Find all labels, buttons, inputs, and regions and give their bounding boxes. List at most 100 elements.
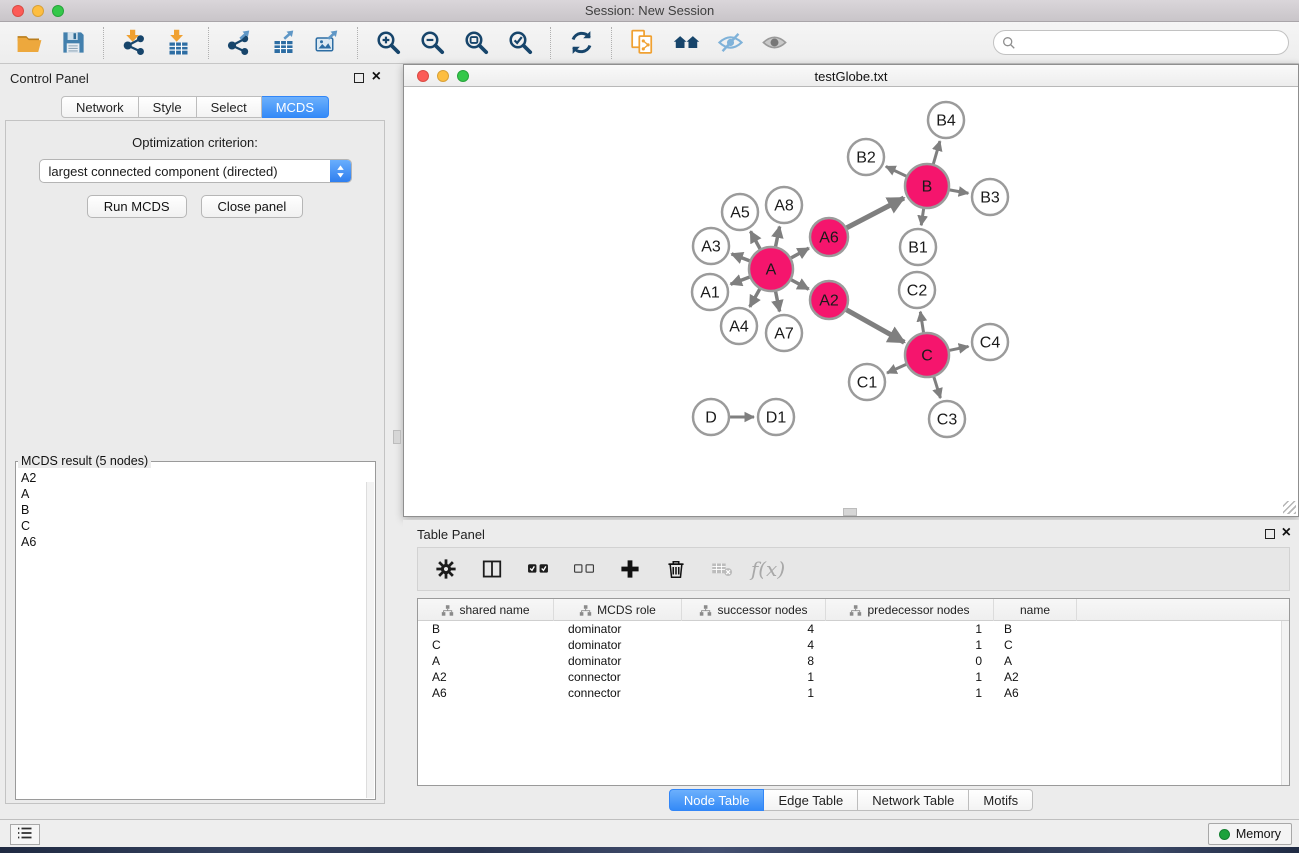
graph-node-A8[interactable]: A8	[766, 187, 802, 223]
tab-mcds[interactable]: MCDS	[262, 96, 329, 118]
graph-edge-A-A7[interactable]	[775, 291, 779, 312]
mcds-result-item[interactable]: A6	[21, 534, 375, 550]
import-table-button[interactable]	[159, 26, 197, 60]
graph-node-C4[interactable]: C4	[972, 324, 1008, 360]
graph-node-A1[interactable]: A1	[692, 274, 728, 310]
graph-edge-A2-C[interactable]	[846, 309, 905, 342]
close-panel-icon[interactable]: ×	[372, 68, 381, 86]
column-header-MCDS-role[interactable]: MCDS role	[554, 599, 682, 621]
table-scrollbar[interactable]	[1281, 621, 1289, 785]
export-table-button[interactable]	[264, 26, 302, 60]
graph-node-A4[interactable]: A4	[721, 308, 757, 344]
tab-network[interactable]: Network	[61, 96, 139, 118]
graph-edge-A-A6[interactable]	[790, 248, 809, 258]
table-row-C[interactable]: Cdominator41C	[418, 637, 1289, 653]
graph-edge-C-C3[interactable]	[934, 376, 941, 398]
refresh-button[interactable]	[562, 26, 600, 60]
graph-node-A2[interactable]: A2	[810, 281, 848, 319]
zoom-selected-button[interactable]	[501, 26, 539, 60]
import-network-button[interactable]	[115, 26, 153, 60]
graph-edge-A-A8[interactable]	[775, 227, 779, 248]
tab-style[interactable]: Style	[139, 96, 197, 118]
tab-select[interactable]: Select	[197, 96, 262, 118]
graph-edge-A-A5[interactable]	[751, 231, 761, 249]
search-input[interactable]	[1016, 33, 1288, 53]
graph-edge-C-C2[interactable]	[920, 312, 923, 334]
show-all-button[interactable]	[755, 26, 793, 60]
graph-node-A6[interactable]: A6	[810, 218, 848, 256]
memory-button[interactable]: Memory	[1208, 823, 1292, 845]
graph-edge-B-B3[interactable]	[949, 190, 969, 193]
export-image-button[interactable]	[308, 26, 346, 60]
mcds-result-item[interactable]: A2	[21, 470, 375, 486]
graph-edge-A-A2[interactable]	[790, 279, 808, 289]
tab-edge-table[interactable]: Edge Table	[764, 789, 858, 811]
graph-edge-B-B2[interactable]	[886, 166, 907, 176]
graph-edge-A-A1[interactable]	[731, 277, 751, 284]
graph-node-B4[interactable]: B4	[928, 102, 964, 138]
graph-node-A5[interactable]: A5	[722, 194, 758, 230]
tab-node-table[interactable]: Node Table	[669, 789, 765, 811]
column-header-name[interactable]: name	[994, 599, 1077, 621]
graph-node-A7[interactable]: A7	[766, 315, 802, 351]
graph-edge-B-B4[interactable]	[933, 141, 940, 165]
close-panel-button[interactable]: Close panel	[201, 195, 304, 218]
export-network-button[interactable]	[220, 26, 258, 60]
graph-edge-A-A3[interactable]	[732, 254, 751, 261]
mcds-result-item[interactable]: A	[21, 486, 375, 502]
add-button[interactable]	[612, 551, 648, 587]
graph-node-D[interactable]: D	[693, 399, 729, 435]
close-table-panel-icon[interactable]: ×	[1282, 524, 1291, 542]
horizontal-splitter-handle[interactable]	[843, 508, 857, 516]
mcds-result-item[interactable]: C	[21, 518, 375, 534]
graph-node-C1[interactable]: C1	[849, 364, 885, 400]
open-folder-button[interactable]	[10, 26, 48, 60]
graph-node-C3[interactable]: C3	[929, 401, 965, 437]
graph-edge-A-A4[interactable]	[750, 288, 760, 307]
float-panel-icon[interactable]	[354, 73, 364, 83]
graph-node-C[interactable]: C	[905, 333, 949, 377]
graph-node-B[interactable]: B	[905, 164, 949, 208]
network-graph[interactable]: B4 B2 B B3 A8A5 A6 A3 B1 A C2 A1 A2 A4A7 C4 C C1 C3 D D1	[404, 87, 1298, 516]
columns-button[interactable]	[474, 551, 510, 587]
tab-motifs[interactable]: Motifs	[969, 789, 1033, 811]
settings-button[interactable]	[428, 551, 464, 587]
column-header-predecessor-nodes[interactable]: predecessor nodes	[826, 599, 994, 621]
criterion-dropdown[interactable]: largest connected component (directed)	[39, 159, 352, 183]
table-row-A[interactable]: Adominator80A	[418, 653, 1289, 669]
resize-grip-icon[interactable]	[1283, 501, 1296, 514]
first-neighbors-button[interactable]	[667, 26, 705, 60]
float-table-panel-icon[interactable]	[1265, 529, 1275, 539]
graph-edge-A6-B[interactable]	[846, 198, 904, 228]
hide-selected-button[interactable]	[711, 26, 749, 60]
graph-edge-B-B1[interactable]	[921, 208, 924, 225]
deselect-all-button[interactable]	[566, 551, 602, 587]
task-history-button[interactable]	[10, 824, 40, 845]
table-row-A6[interactable]: A6connector11A6	[418, 685, 1289, 701]
run-mcds-button[interactable]: Run MCDS	[87, 195, 187, 218]
graph-node-B1[interactable]: B1	[900, 229, 936, 265]
table-row-B[interactable]: Bdominator41B	[418, 621, 1289, 637]
graph-node-A[interactable]: A	[749, 247, 793, 291]
graph-edge-C-C1[interactable]	[887, 364, 907, 373]
column-header-successor-nodes[interactable]: successor nodes	[682, 599, 826, 621]
graph-edge-C-C4[interactable]	[949, 346, 969, 350]
graph-node-C2[interactable]: C2	[899, 272, 935, 308]
zoom-out-button[interactable]	[413, 26, 451, 60]
graph-node-B3[interactable]: B3	[972, 179, 1008, 215]
save-button[interactable]	[54, 26, 92, 60]
vertical-splitter-handle[interactable]	[393, 430, 401, 444]
select-all-button[interactable]	[520, 551, 556, 587]
graph-node-A3[interactable]: A3	[693, 228, 729, 264]
zoom-fit-button[interactable]	[457, 26, 495, 60]
graph-node-D1[interactable]: D1	[758, 399, 794, 435]
tab-network-table[interactable]: Network Table	[858, 789, 969, 811]
result-scrollbar[interactable]	[366, 482, 374, 798]
network-canvas[interactable]: B4 B2 B B3 A8A5 A6 A3 B1 A C2 A1 A2 A4A7 C4 C C1 C3 D D1	[404, 87, 1298, 516]
table-row-A2[interactable]: A2connector11A2	[418, 669, 1289, 685]
mcds-result-item[interactable]: B	[21, 502, 375, 518]
column-header-shared-name[interactable]: shared name	[418, 599, 554, 621]
zoom-in-button[interactable]	[369, 26, 407, 60]
graph-node-B2[interactable]: B2	[848, 139, 884, 175]
new-network-from-selection-button[interactable]	[623, 26, 661, 60]
